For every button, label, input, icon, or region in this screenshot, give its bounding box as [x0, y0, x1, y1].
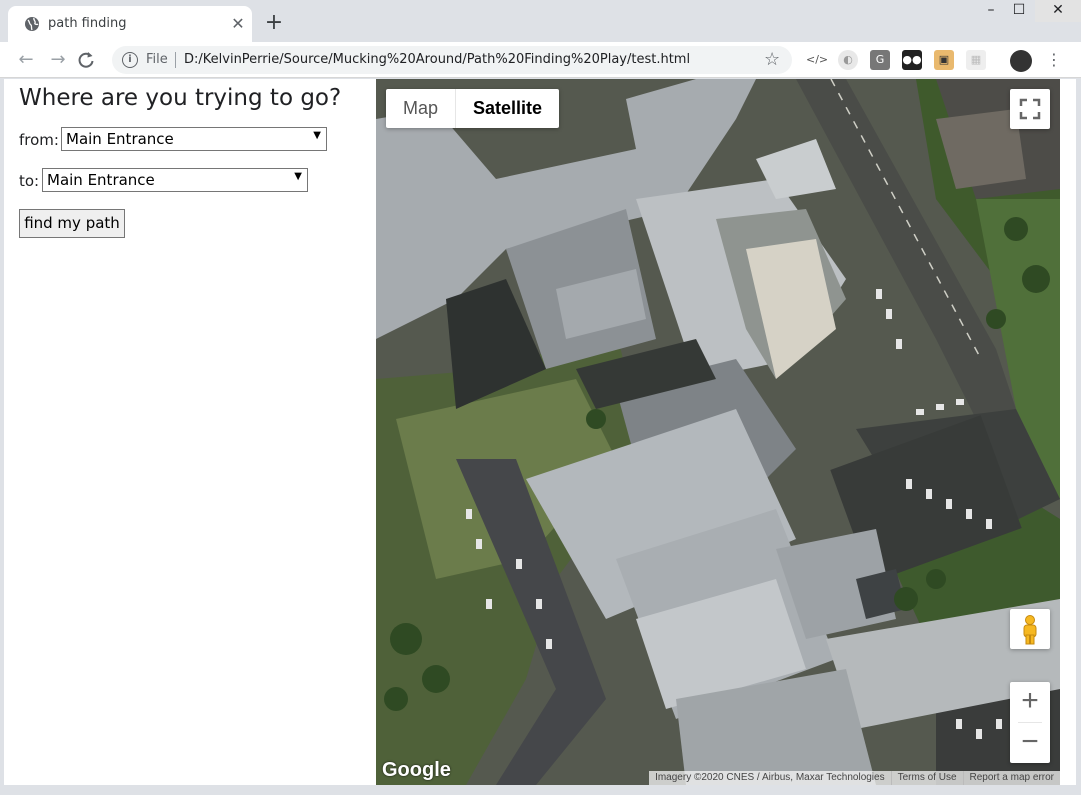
new-tab-button[interactable]: +: [262, 12, 286, 36]
file-scheme-label: File: [146, 52, 168, 67]
zoom-control: + −: [1010, 682, 1050, 763]
fullscreen-button[interactable]: [1010, 89, 1050, 129]
from-select-value: Main Entrance: [66, 130, 174, 148]
imagery-credit: Imagery ©2020 CNES / Airbus, Maxar Techn…: [655, 772, 885, 783]
pegman-icon: [1023, 615, 1037, 645]
find-path-button[interactable]: find my path: [19, 209, 125, 238]
g-extension-icon[interactable]: G: [870, 50, 890, 70]
from-label: from:: [19, 131, 59, 149]
bookmark-star-icon[interactable]: ☆: [764, 49, 780, 70]
dropdown-arrow-icon: ▼: [313, 130, 321, 141]
to-select-value: Main Entrance: [47, 171, 155, 189]
satellite-map[interactable]: Map Satellite + − Google Imagery ©2020 C…: [376, 79, 1060, 785]
address-bar[interactable]: i File D:/KelvinPerrie/Source/Mucking%20…: [112, 46, 792, 74]
map-type-control: Map Satellite: [386, 89, 560, 128]
cat-icon[interactable]: ▣: [934, 50, 954, 70]
satellite-imagery[interactable]: [376, 79, 1060, 785]
menu-kebab-icon[interactable]: ⋮: [1044, 50, 1064, 70]
zoom-out-button[interactable]: −: [1010, 723, 1050, 763]
google-logo[interactable]: Google: [382, 759, 451, 782]
fullscreen-icon: [1019, 98, 1041, 120]
reload-icon[interactable]: [76, 50, 96, 70]
info-icon[interactable]: i: [122, 52, 138, 68]
to-label: to:: [19, 172, 40, 190]
minimize-button[interactable]: –: [976, 0, 1006, 22]
dropdown-arrow-icon: ▼: [294, 171, 302, 182]
grid-icon[interactable]: ▦: [966, 50, 986, 70]
tab-strip: path finding ✕ + – ☐ ✕: [0, 0, 1081, 42]
terms-of-use-link[interactable]: Terms of Use: [890, 771, 963, 785]
map-attribution: Imagery ©2020 CNES / Airbus, Maxar Techn…: [649, 771, 1060, 785]
profile-avatar[interactable]: [1010, 50, 1032, 72]
back-arrow-icon[interactable]: ←: [12, 46, 40, 74]
map-type-map-button[interactable]: Map: [386, 89, 455, 128]
page-viewport: Where are you trying to go? from: Main E…: [4, 79, 1076, 785]
half-circle-icon[interactable]: ◐: [838, 50, 858, 70]
map-type-satellite-button[interactable]: Satellite: [455, 89, 559, 128]
page-heading: Where are you trying to go?: [19, 85, 342, 111]
street-view-pegman[interactable]: [1010, 609, 1050, 649]
window-bottom-edge: [0, 785, 1081, 795]
browser-tab[interactable]: path finding ✕: [8, 6, 252, 42]
tab-close-icon[interactable]: ✕: [228, 14, 248, 34]
forward-arrow-icon[interactable]: →: [44, 46, 72, 74]
zoom-in-button[interactable]: +: [1010, 682, 1050, 722]
report-map-error-link[interactable]: Report a map error: [962, 771, 1060, 785]
code-brackets-icon[interactable]: </>: [806, 50, 828, 70]
paw-icon[interactable]: ●●: [902, 50, 922, 70]
close-window-button[interactable]: ✕: [1035, 0, 1081, 22]
globe-icon: [25, 17, 39, 31]
omnibox-divider: [175, 52, 176, 68]
route-form-panel: Where are you trying to go? from: Main E…: [4, 79, 376, 785]
from-select[interactable]: Main Entrance ▼: [61, 127, 327, 151]
tab-title: path finding: [48, 16, 127, 31]
maximize-button[interactable]: ☐: [1004, 0, 1034, 22]
to-select[interactable]: Main Entrance ▼: [42, 168, 308, 192]
url-text[interactable]: D:/KelvinPerrie/Source/Mucking%20Around/…: [184, 52, 690, 67]
